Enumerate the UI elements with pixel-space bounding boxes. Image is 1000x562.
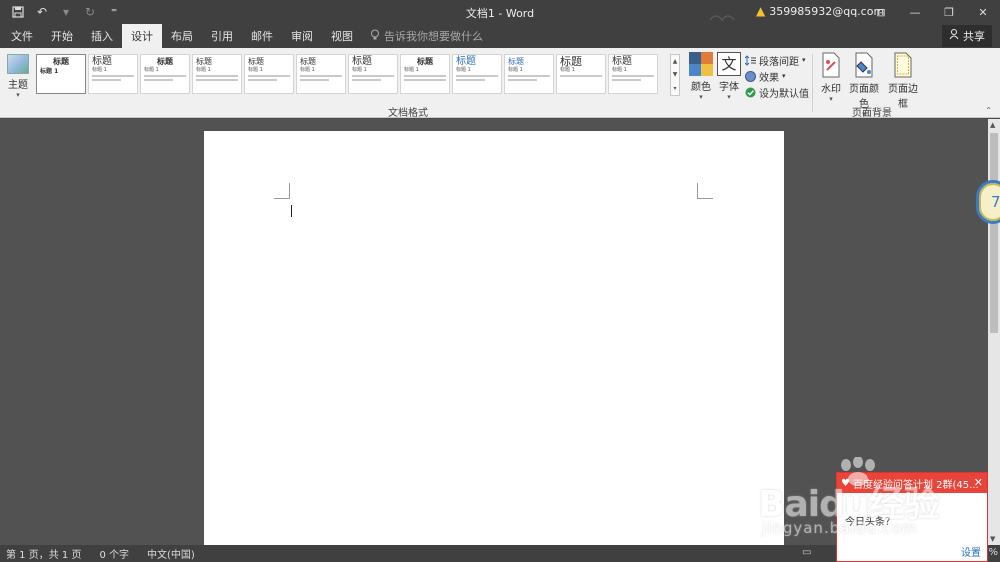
gallery-more-icon[interactable]: ▾ (673, 85, 676, 92)
window-controls: ⊡ — ❐ ✕ (864, 0, 1000, 24)
chevron-up-icon[interactable]: ▲ (673, 58, 678, 65)
style-set-item[interactable]: 标题 标题 1 (88, 54, 138, 94)
chevron-down-icon: ▾ (727, 93, 731, 101)
style-set-gallery: 标题 标题 1 标题 标题 1 标题 标题 1 标题 标题 1 标题 标题 1 … (36, 54, 668, 96)
chevron-down-icon: ▾ (829, 95, 833, 103)
restore-icon[interactable]: ❐ (932, 0, 966, 24)
person-icon (949, 29, 959, 43)
read-mode-icon[interactable]: ▭ (802, 547, 811, 558)
tell-me-box[interactable]: 告诉我你想要做什么 (370, 24, 483, 48)
popup-header: ♥ 百度经验问答计划 2群(45... ✕ (837, 473, 987, 493)
style-set-item[interactable]: 标题 标题 1 (452, 54, 502, 94)
close-icon[interactable]: ✕ (966, 0, 1000, 24)
ribbon-display-options-icon[interactable]: ⊡ (864, 0, 898, 24)
redo-icon[interactable]: ↻ (80, 2, 100, 22)
themes-label: 主题 (8, 80, 28, 91)
style-set-item[interactable]: 标题 标题 1 (192, 54, 242, 94)
tab-file[interactable]: 文件 (0, 24, 42, 48)
checkmark-icon (745, 87, 756, 98)
style-set-item[interactable]: 标题 标题 1 (608, 54, 658, 94)
language-indicator[interactable]: 中文(中国) (147, 546, 195, 561)
tab-design[interactable]: 设计 (122, 24, 162, 48)
fonts-button[interactable]: 文 字体 ▾ (712, 52, 746, 101)
floating-badge[interactable]: 7 (976, 180, 1000, 224)
scroll-thumb[interactable] (990, 133, 998, 333)
paragraph-spacing-button[interactable]: 段落间距 ▾ (744, 52, 809, 68)
style-set-item[interactable]: 标题 标题 1 (556, 54, 606, 94)
share-button[interactable]: 共享 (942, 25, 992, 47)
page-background-group-label: 页面背景 (852, 108, 892, 119)
margin-crop-mark (274, 183, 290, 199)
gallery-scroll[interactable]: ▲ ▼ ▾ (670, 54, 680, 96)
chevron-down-icon[interactable]: ▼ (673, 71, 678, 78)
page-count[interactable]: 第 1 页，共 1 页 (6, 546, 81, 561)
font-icon: 文 (717, 52, 741, 76)
tab-view[interactable]: 视图 (322, 24, 362, 48)
page-borders-button[interactable]: 页面边框 (884, 52, 922, 110)
undo-dropdown-icon[interactable]: ▾ (56, 2, 76, 22)
effects-icon (745, 70, 756, 82)
fonts-label: 字体 (719, 82, 739, 93)
style-set-item[interactable]: 标题 标题 1 (140, 54, 190, 94)
heart-icon: ♥ (841, 477, 850, 489)
chevron-down-icon: ▾ (782, 72, 786, 80)
chevron-down-icon: ▾ (16, 91, 20, 99)
margin-crop-mark (697, 183, 713, 199)
effects-button[interactable]: 效果 ▾ (745, 68, 809, 84)
tab-review[interactable]: 审阅 (282, 24, 322, 48)
style-set-item[interactable]: 标题 标题 1 (504, 54, 554, 94)
lightbulb-icon (370, 29, 380, 44)
save-icon[interactable] (8, 2, 28, 22)
word-count[interactable]: 0 个字 (99, 546, 129, 561)
collapse-ribbon-icon[interactable]: ⌃ (985, 106, 992, 115)
watermark-icon (820, 52, 842, 78)
page-color-icon (853, 52, 875, 78)
quick-access-toolbar: ↶ ▾ ↻ ⁼ (0, 0, 124, 24)
themes-icon (7, 54, 29, 74)
watermark-button[interactable]: 水印 ▾ (818, 52, 844, 103)
warning-icon: ▲ (756, 4, 766, 18)
close-icon[interactable]: ✕ (974, 476, 983, 489)
minimize-icon[interactable]: — (898, 0, 932, 24)
set-as-default-button[interactable]: 设为默认值 (745, 84, 809, 100)
notification-popup[interactable]: ♥ 百度经验问答计划 2群(45... ✕ 今日头条？ 设置 (836, 472, 988, 562)
document-formatting-group-label: 文档格式 (388, 108, 428, 119)
undo-icon[interactable]: ↶ (32, 2, 52, 22)
style-set-item[interactable]: 标题 标题 1 (36, 54, 86, 94)
style-set-item[interactable]: 标题 标题 1 (296, 54, 346, 94)
group-separator (812, 54, 813, 112)
customize-qat-icon[interactable]: ⁼ (104, 2, 124, 22)
themes-button[interactable]: 主题 ▾ (4, 52, 32, 102)
style-set-item[interactable]: 标题 标题 1 (400, 54, 450, 94)
watermark-label: 水印 (821, 84, 841, 95)
style-set-item[interactable]: 标题 标题 1 (244, 54, 294, 94)
color-palette-icon (689, 52, 713, 76)
share-label: 共享 (963, 30, 985, 43)
tell-me-placeholder: 告诉我你想要做什么 (384, 30, 483, 43)
tab-insert[interactable]: 插入 (82, 24, 122, 48)
text-cursor (291, 205, 292, 217)
popup-title: 百度经验问答计划 2群(45... (852, 479, 979, 491)
tab-layout[interactable]: 布局 (162, 24, 202, 48)
title-bar: ↶ ▾ ↻ ⁼ 文档1 - Word ▲ 359985932@qq.com ⊡ … (0, 0, 1000, 38)
paragraph-spacing-icon (744, 54, 756, 66)
tab-references[interactable]: 引用 (202, 24, 242, 48)
popup-settings-link[interactable]: 设置 (961, 544, 981, 559)
page-borders-icon (892, 52, 914, 78)
tab-home[interactable]: 开始 (42, 24, 82, 48)
chevron-down-icon: ▾ (802, 56, 806, 64)
design-ribbon: 主题 ▾ 标题 标题 1 标题 标题 1 标题 标题 1 标题 标题 1 标题 … (0, 48, 1000, 119)
scroll-up-icon[interactable]: ▲ (990, 121, 995, 129)
style-set-item[interactable]: 标题 标题 1 (348, 54, 398, 94)
ribbon-tabs: 文件 开始 插入 设计 布局 引用 邮件 审阅 视图 告诉我你想要做什么 (0, 24, 1000, 48)
document-page[interactable] (204, 131, 784, 551)
tab-mailings[interactable]: 邮件 (242, 24, 282, 48)
popup-message[interactable]: 今日头条？ (837, 493, 987, 528)
zoom-level[interactable]: % (988, 547, 998, 558)
format-small-buttons: 段落间距 ▾ 效果 ▾ 设为默认值 (744, 52, 809, 100)
scroll-down-icon[interactable]: ▼ (990, 535, 995, 543)
